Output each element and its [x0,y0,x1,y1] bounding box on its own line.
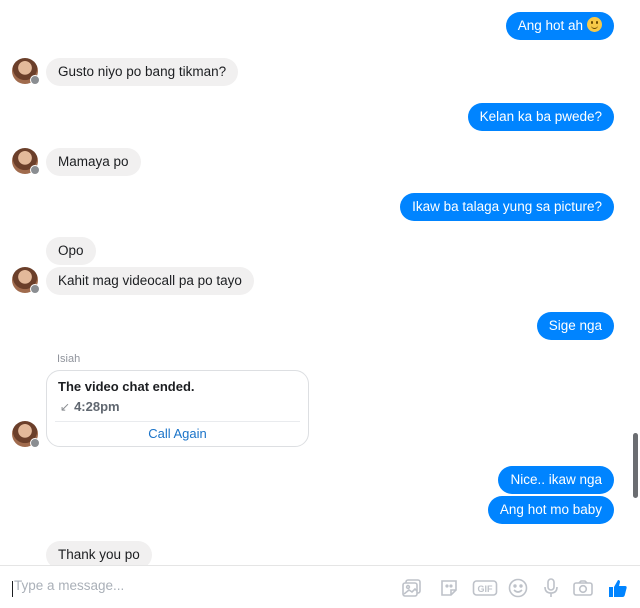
message-bubble[interactable]: Mamaya po [46,148,141,176]
contact-avatar[interactable] [12,58,40,85]
message-composer: GIF [0,565,640,608]
message-bubble[interactable]: Gusto niyo po bang tikman? [46,58,239,86]
call-time-text: 4:28pm [74,399,120,414]
contact-avatar[interactable] [12,421,40,448]
message-bubble[interactable]: Sige nga [536,312,614,340]
message-text: Ang hot ah [517,18,583,33]
messenger-badge-icon [30,438,40,448]
message-text: Thank you po [58,547,140,562]
camera-icon[interactable] [572,577,594,599]
message-bubble[interactable]: Kelan ka ba pwede? [467,103,614,131]
contact-avatar[interactable] [12,267,40,294]
message-text: Ikaw ba talaga yung sa picture? [412,199,602,214]
message-text: Kahit mag videocall pa po tayo [58,273,242,288]
message-text: Kelan ka ba pwede? [479,109,602,124]
message-text: Opo [58,243,84,258]
message-bubble[interactable]: Ang hot ah [505,12,614,40]
message-bubble[interactable]: Ang hot mo baby [487,496,614,524]
like-icon[interactable] [607,577,629,599]
smile-emoji-icon [587,17,602,32]
message-bubble[interactable]: Opo [46,237,96,265]
text-caret [12,581,13,597]
messenger-badge-icon [30,75,40,85]
messenger-badge-icon [30,165,40,175]
video-call-card: The video chat ended. ↙ 4:28pm Call Again [46,370,309,447]
message-thread: Ang hot ah Gusto niyo po bang tikman? Ke… [0,0,640,565]
call-time: ↙ 4:28pm [60,399,120,414]
missed-call-arrow-icon: ↙ [60,400,71,414]
message-input[interactable] [14,578,314,593]
sender-name: Isiah [57,353,81,365]
call-again-button[interactable]: Call Again [47,426,308,441]
message-text: Nice.. ikaw nga [510,472,602,487]
emoji-icon[interactable] [507,577,529,599]
svg-text:GIF: GIF [478,584,494,594]
microphone-icon[interactable] [540,577,562,599]
call-status-title: The video chat ended. [58,379,195,394]
message-bubble[interactable]: Thank you po [46,541,152,565]
message-text: Ang hot mo baby [499,502,602,517]
message-text: Gusto niyo po bang tikman? [58,64,227,79]
scrollbar-thumb[interactable] [633,433,638,498]
message-text: Sige nga [548,318,602,333]
message-bubble[interactable]: Kahit mag videocall pa po tayo [46,267,254,295]
messenger-badge-icon [30,284,40,294]
gif-icon[interactable]: GIF [472,577,498,599]
contact-avatar[interactable] [12,148,40,175]
divider [55,421,300,422]
gallery-icon[interactable] [401,577,423,599]
message-text: Mamaya po [58,154,129,169]
message-bubble[interactable]: Ikaw ba talaga yung sa picture? [400,193,614,221]
message-bubble[interactable]: Nice.. ikaw nga [498,466,614,494]
sticker-icon[interactable] [438,577,460,599]
